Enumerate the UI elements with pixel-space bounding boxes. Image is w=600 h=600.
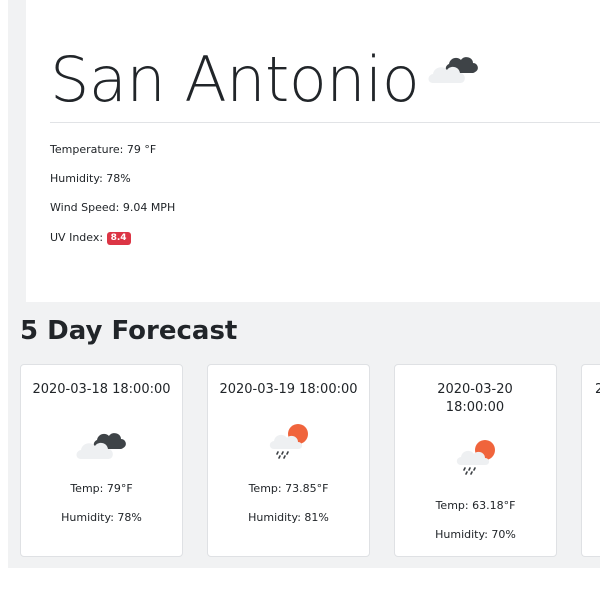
forecast-date: 2020-03-19 18:00:00 — [219, 382, 358, 397]
forecast-card: 2020-03-20 18:00:00 Temp: 63.18°F Humidi… — [394, 364, 557, 557]
cloudy-icon — [75, 423, 131, 463]
forecast-card: 2020-03-18 18:00:00 Temp: 79°F Humidity:… — [20, 364, 183, 557]
forecast-humidity: Humidity: 70% — [435, 528, 516, 541]
sun-rain-icon — [451, 437, 505, 477]
uv-index-row: UV Index: 8.4 — [50, 230, 131, 246]
cloudy-icon — [427, 47, 483, 87]
forecast-temp: Temp: 63.18°F — [435, 499, 516, 512]
forecast-date: 2020-03-20 18:00:00 — [437, 382, 513, 415]
uv-index-badge: 8.4 — [106, 232, 131, 245]
forecast-date: 2 — [595, 381, 600, 399]
uv-index-label: UV Index: — [50, 231, 104, 244]
forecast-humidity: Humidity: 78% — [61, 511, 142, 524]
divider — [50, 122, 600, 123]
city-header: San Antonio — [50, 40, 483, 120]
current-weather-panel: San Antonio Temperature: 79 °F Humidity:… — [26, 0, 600, 302]
forecast-humidity: Humidity: 81% — [248, 511, 329, 524]
forecast-temp: Temp: 73.85°F — [248, 482, 329, 495]
wind-speed-text: Wind Speed: 9.04 MPH — [50, 201, 176, 214]
forecast-temp: Temp: 79°F — [70, 482, 133, 495]
forecast-date: 2020-03-18 18:00:00 — [32, 382, 171, 397]
city-name: San Antonio — [50, 43, 420, 116]
forecast-card-partial: 2 — [581, 364, 600, 557]
forecast-heading: 5 Day Forecast — [20, 316, 238, 346]
temperature-text: Temperature: 79 °F — [50, 143, 157, 156]
sun-rain-icon — [264, 421, 318, 461]
humidity-text: Humidity: 78% — [50, 172, 131, 185]
forecast-card: 2020-03-19 18:00:00 Temp: 73.85°F Humidi… — [207, 364, 370, 557]
